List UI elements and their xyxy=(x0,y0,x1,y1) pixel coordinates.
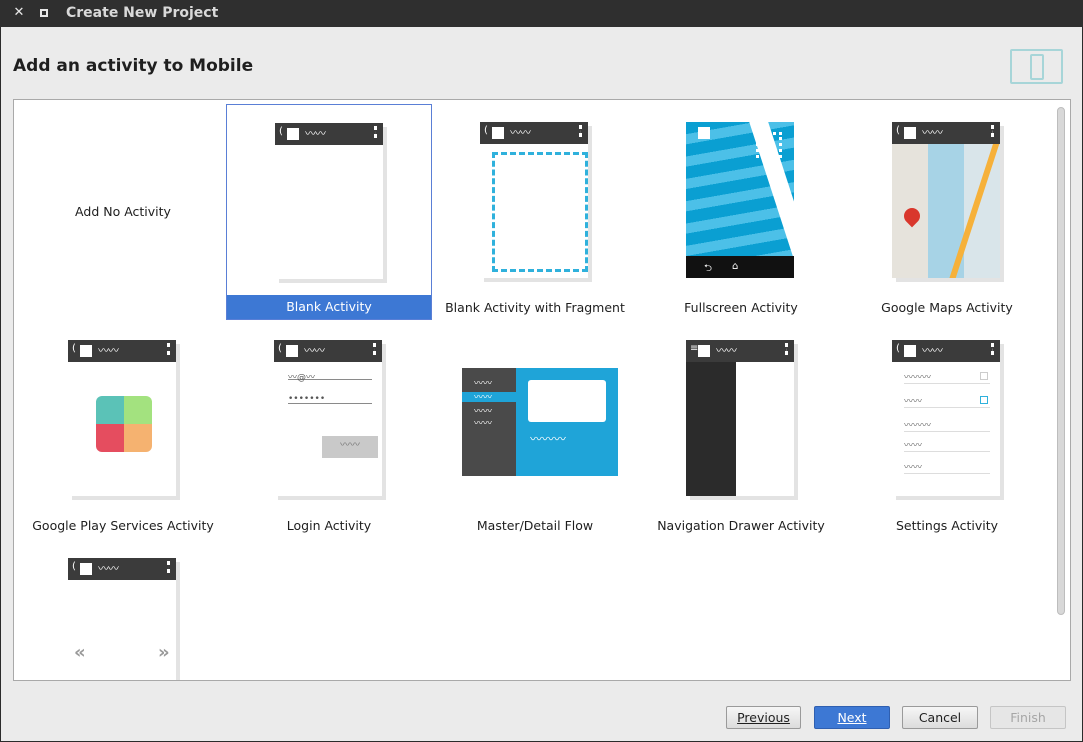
tile-fullscreen-activity[interactable]: ⮌ ⌂ Fullscreen Activity xyxy=(638,104,844,320)
dialog: Add an activity to Mobile Add No Activit… xyxy=(1,27,1082,741)
chevron-left-icon: « xyxy=(74,642,86,663)
tile-navigation-drawer-activity[interactable]: ≡ 〰〰 Navigation Drawer Activity xyxy=(638,322,844,538)
tile-label: Fullscreen Activity xyxy=(684,300,798,315)
puzzle-piece-icon xyxy=(96,396,152,452)
mobile-device-icon xyxy=(1010,49,1063,84)
map-image xyxy=(892,144,1000,278)
blank-fragment-thumbnail: (〰〰 xyxy=(480,122,588,278)
page-heading: Add an activity to Mobile xyxy=(13,56,254,76)
scrollbar-thumb[interactable] xyxy=(1057,107,1065,615)
previous-button[interactable]: Previous xyxy=(726,706,801,729)
tile-add-no-activity[interactable]: Add No Activity xyxy=(20,102,226,318)
tile-google-play-services-activity[interactable]: (〰〰 Google Play Services Activity xyxy=(20,322,226,538)
tile-label: Blank Activity xyxy=(227,295,431,319)
tile-tabbed-activity[interactable]: (〰〰 « » xyxy=(20,540,226,680)
finish-button[interactable]: Finish xyxy=(990,706,1066,729)
tile-label: Settings Activity xyxy=(896,518,998,533)
tile-label: Google Maps Activity xyxy=(881,300,1013,315)
tile-label: Navigation Drawer Activity xyxy=(657,518,825,533)
tile-google-maps-activity[interactable]: (〰〰 Google Maps Activity xyxy=(844,104,1050,320)
settings-thumbnail: (〰〰 〰〰〰 〰〰 〰〰〰 〰〰 〰〰 xyxy=(892,340,1000,496)
drawer-panel xyxy=(686,362,736,496)
login-thumbnail: (〰〰 〰@〰 ••••••• 〰〰 xyxy=(274,340,382,496)
chevron-right-icon: » xyxy=(158,642,170,663)
tile-blank-activity-with-fragment[interactable]: (〰〰 Blank Activity with Fragment xyxy=(432,104,638,320)
blank-activity-thumbnail: (〰〰 xyxy=(275,123,383,279)
activity-gallery: Add No Activity (〰〰 Blank Activity (〰〰 B… xyxy=(13,99,1071,681)
tile-blank-activity[interactable]: (〰〰 Blank Activity xyxy=(226,104,432,320)
title-bar: ✕ Create New Project xyxy=(0,0,1083,27)
expand-icon xyxy=(756,132,782,158)
tile-label: Master/Detail Flow xyxy=(476,518,594,533)
cancel-button[interactable]: Cancel xyxy=(902,706,978,729)
tabbed-thumbnail: (〰〰 « » xyxy=(68,558,176,680)
tile-login-activity[interactable]: (〰〰 〰@〰 ••••••• 〰〰 Login Activity xyxy=(226,322,432,538)
tile-label: Blank Activity with Fragment xyxy=(445,300,625,315)
scrollbar[interactable] xyxy=(1057,103,1068,677)
tile-label: Add No Activity xyxy=(75,204,171,219)
tile-label: Google Play Services Activity xyxy=(32,518,214,533)
next-button[interactable]: Next xyxy=(814,706,890,729)
tile-label: Login Activity xyxy=(286,518,372,533)
master-detail-thumbnail: 〰〰 〰〰 〰〰 〰〰 〰〰〰 xyxy=(462,368,618,476)
tile-settings-activity[interactable]: (〰〰 〰〰〰 〰〰 〰〰〰 〰〰 〰〰 Settings Activity xyxy=(844,322,1050,538)
window-title: Create New Project xyxy=(66,5,219,21)
fullscreen-thumbnail: ⮌ ⌂ xyxy=(686,122,794,278)
maximize-icon[interactable] xyxy=(36,5,52,21)
close-icon[interactable]: ✕ xyxy=(11,5,27,21)
tile-master-detail-flow[interactable]: 〰〰 〰〰 〰〰 〰〰 〰〰〰 Master/Detail Flow xyxy=(432,322,638,538)
